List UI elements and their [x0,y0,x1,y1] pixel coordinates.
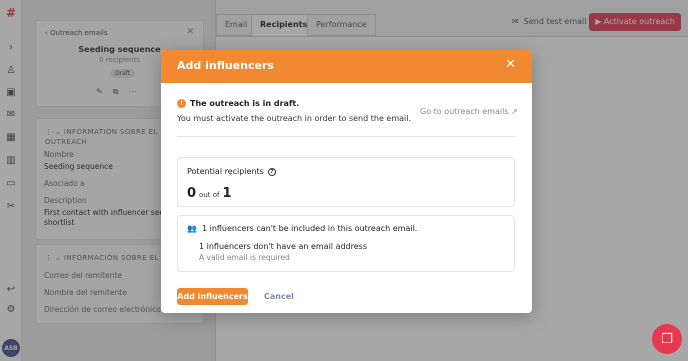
divider [177,136,516,137]
add-influencers-modal: Add influencers ✕ ! The outreach is in d… [161,50,532,313]
close-icon[interactable]: ✕ [505,58,516,72]
potential-recipients-label: Potential recipients ? [187,167,276,176]
external-link-icon: ↗ [511,107,518,116]
excluded-summary: 👥 1 influencers can't be included in thi… [187,224,418,233]
chat-icon[interactable]: ❐ [652,324,682,354]
users-icon: 👥 [187,224,197,233]
warning-title: The outreach is in draft. [190,99,300,108]
recipient-count: 0 out of 1 [187,186,232,201]
modal-title: Add influencers [177,59,274,72]
count-current: 0 [187,186,197,201]
excluded-reason: 1 influencers don't have an email addres… [199,242,367,251]
cancel-button[interactable]: Cancel [264,288,294,305]
excluded-reason-detail: A valid email is required [199,253,290,262]
goto-outreach-link[interactable]: Go to outreach emails ↗ [420,107,518,116]
question-icon[interactable]: ? [267,167,276,176]
potential-recipients-box: Potential recipients ? 0 out of 1 [177,157,515,207]
warning-icon: ! [177,99,186,108]
modal-header: Add influencers ✕ [161,50,532,83]
count-total: 1 [222,186,232,201]
warning-subtext: You must activate the outreach in order … [177,114,412,123]
add-influencers-button[interactable]: Add influencers [177,288,248,305]
draft-warning: ! The outreach is in draft. [177,99,299,108]
excluded-box: 👥 1 influencers can't be included in thi… [177,215,515,272]
count-out-of: out of [199,191,220,199]
